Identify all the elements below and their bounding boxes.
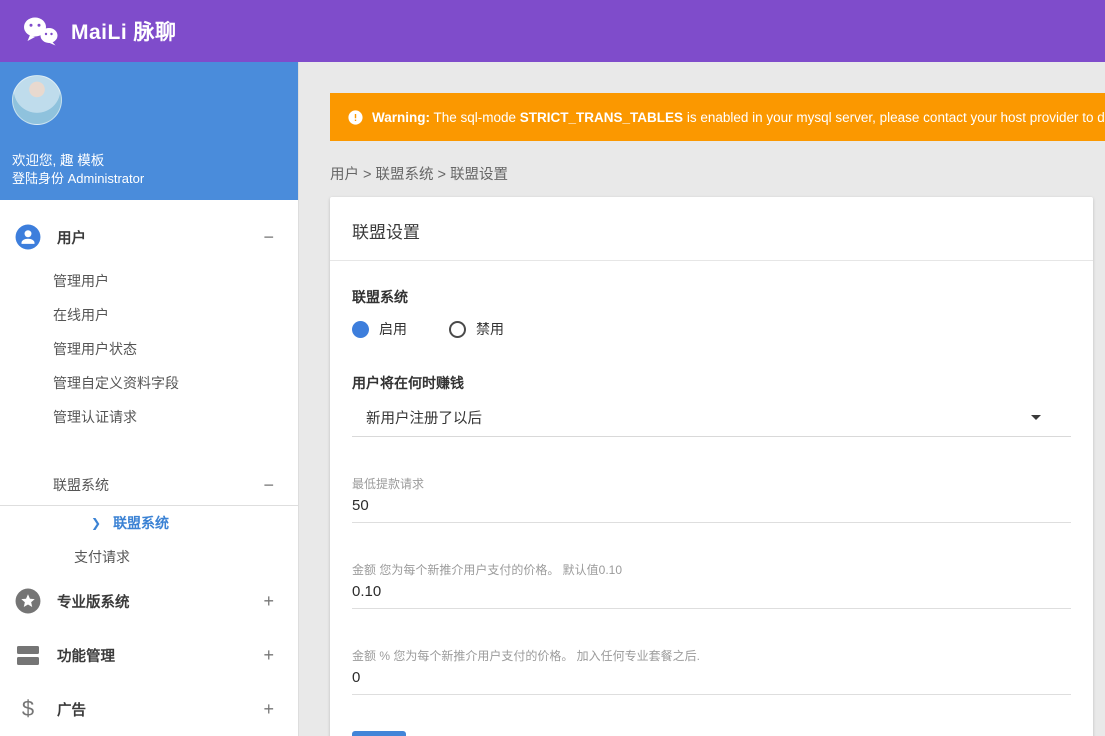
- card-title: 联盟设置: [352, 223, 420, 242]
- breadcrumb-separator: >: [359, 167, 376, 183]
- sidebar: 欢迎您, 趣 模板 登陆身份 Administrator 用户 − 管理用户 在…: [0, 62, 299, 736]
- min-withdraw-label: 最低提款请求: [352, 477, 425, 491]
- sidebar-item-affiliate-active[interactable]: ❯ 联盟系统: [0, 506, 298, 540]
- sidebar-profile: 欢迎您, 趣 模板 登陆身份 Administrator: [0, 62, 298, 200]
- warning-text: The sql-mode: [430, 109, 520, 125]
- warning-prefix: Warning:: [372, 109, 430, 125]
- radio-option-disable[interactable]: 禁用: [449, 319, 504, 339]
- expand-icon[interactable]: +: [263, 592, 274, 610]
- breadcrumb-affiliate-settings[interactable]: 联盟设置: [450, 167, 508, 183]
- breadcrumb-affiliate-system[interactable]: 联盟系统: [376, 167, 434, 183]
- dollar-icon: $: [21, 696, 35, 721]
- app-title: MaiLi 脉聊: [71, 21, 177, 44]
- sidebar-item-online-users[interactable]: 在线用户: [0, 298, 298, 332]
- radio-selected-icon[interactable]: [352, 320, 369, 338]
- radio-label: 禁用: [476, 321, 504, 337]
- sidebar-item-affiliate-group[interactable]: 联盟系统 −: [0, 472, 298, 506]
- top-bar: MaiLi 脉聊: [0, 0, 1105, 62]
- sidebar-item-features[interactable]: 功能管理 +: [0, 628, 298, 682]
- sidebar-item-pro-system[interactable]: 专业版系统 +: [0, 574, 298, 628]
- sidebar-menu: 用户 − 管理用户 在线用户 管理用户状态 管理自定义资料字段 管理认证请求 联…: [0, 200, 298, 736]
- main-content: Warning: The sql-mode STRICT_TRANS_TABLE…: [299, 62, 1105, 736]
- settings-card: 联盟设置 联盟系统 启用 禁用 用户将在何时赚钱 新用户注册了以后 最低提款请求…: [330, 197, 1093, 736]
- collapse-icon[interactable]: −: [263, 228, 274, 246]
- warning-banner: Warning: The sql-mode STRICT_TRANS_TABLE…: [330, 93, 1105, 141]
- app-window: MaiLi 脉聊 欢迎您, 趣 模板 登陆身份 Administrator 用户…: [0, 0, 1105, 736]
- save-button[interactable]: 保存: [352, 731, 406, 736]
- radio-option-enable[interactable]: 启用: [352, 319, 407, 339]
- amount-per-referral-input[interactable]: 0.10: [352, 583, 1071, 600]
- sidebar-item-label: 用户: [57, 230, 86, 247]
- breadcrumb: 用户 > 联盟系统 > 联盟设置: [330, 163, 1105, 184]
- earn-when-selected-value: 新用户注册了以后: [366, 411, 482, 427]
- expand-icon[interactable]: +: [263, 646, 274, 664]
- affiliate-system-radio-group: 启用 禁用: [352, 319, 1071, 339]
- login-role-text: 登陆身份 Administrator: [12, 171, 145, 186]
- earn-when-select[interactable]: 新用户注册了以后: [352, 403, 1071, 437]
- warning-text: is enabled in your mysql server, please …: [683, 109, 1105, 125]
- user-avatar[interactable]: [12, 75, 62, 125]
- person-icon: [15, 224, 41, 250]
- collapse-icon[interactable]: −: [263, 476, 274, 494]
- sidebar-item-manage-users[interactable]: 管理用户: [0, 264, 298, 298]
- amount-per-referral-field: 金额 您为每个新推介用户支付的价格。 默认值0.10 0.10: [352, 561, 1071, 609]
- sidebar-item-verification-requests[interactable]: 管理认证请求: [0, 400, 298, 434]
- breadcrumb-users[interactable]: 用户: [330, 167, 359, 183]
- warning-info-icon: [348, 109, 363, 125]
- wechat-logo-icon: [22, 16, 58, 46]
- amount-per-referral-label: 金额 您为每个新推介用户支付的价格。 默认值0.10: [352, 563, 623, 577]
- amount-pct-per-referral-label: 金额 % 您为每个新推介用户支付的价格。 加入任何专业套餐之后.: [352, 649, 701, 663]
- amount-pct-per-referral-field: 金额 % 您为每个新推介用户支付的价格。 加入任何专业套餐之后. 0: [352, 647, 1071, 695]
- sidebar-item-users[interactable]: 用户 −: [0, 210, 298, 264]
- amount-pct-per-referral-input[interactable]: 0: [352, 669, 1071, 686]
- breadcrumb-separator: >: [433, 167, 451, 183]
- sidebar-item-user-status[interactable]: 管理用户状态: [0, 332, 298, 366]
- sidebar-item-payment-requests[interactable]: 支付请求: [0, 540, 298, 574]
- chevron-right-icon: ❯: [91, 516, 102, 530]
- affiliate-system-label: 联盟系统: [352, 289, 408, 305]
- earn-when-label: 用户将在何时赚钱: [352, 375, 464, 391]
- min-withdraw-field: 最低提款请求 50: [352, 475, 1071, 523]
- sidebar-item-ads[interactable]: $ 广告 +: [0, 682, 298, 736]
- stacked-bars-icon: [15, 642, 41, 668]
- expand-icon[interactable]: +: [263, 700, 274, 718]
- warning-sql-mode: STRICT_TRANS_TABLES: [519, 109, 684, 125]
- star-icon: [15, 588, 41, 614]
- radio-unselected-icon[interactable]: [449, 320, 466, 338]
- radio-label: 启用: [379, 321, 407, 337]
- welcome-text: 欢迎您, 趣 模板: [12, 153, 105, 168]
- sidebar-item-custom-fields[interactable]: 管理自定义资料字段: [0, 366, 298, 400]
- chevron-down-icon: [1031, 415, 1041, 420]
- min-withdraw-input[interactable]: 50: [352, 497, 1071, 514]
